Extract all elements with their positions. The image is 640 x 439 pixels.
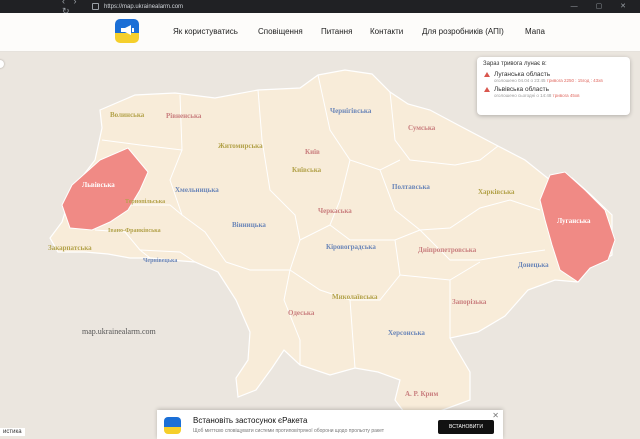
- label-poltava: Полтавська: [392, 183, 430, 191]
- alert-meta: оголошено 04.04 о 23:45 тривога 2250 : 1…: [494, 78, 603, 83]
- nav-link-questions[interactable]: Питання: [321, 27, 352, 36]
- nav-link-how-to-use[interactable]: Як користуватись: [173, 27, 238, 36]
- label-luhansk: Луганська: [557, 217, 591, 225]
- label-sumy: Сумська: [408, 124, 436, 132]
- label-chernivtsi: Чернівецька: [143, 258, 177, 264]
- label-cherkasy: Черкаська: [318, 207, 352, 215]
- label-zhytomyr: Житомирська: [218, 142, 263, 150]
- label-kharkiv: Харківська: [478, 188, 515, 196]
- alert-triangle-icon: [484, 72, 490, 77]
- address-url: https://map.ukrainealarm.com: [104, 3, 184, 10]
- site-header: Як користуватись Сповіщення Питання Конт…: [0, 13, 640, 52]
- label-vinnytsia: Вінницька: [232, 221, 266, 229]
- alert-region-name: Луганська область: [494, 71, 551, 78]
- app-install-banner: Встановіть застосунок єРакета Щоб миттєв…: [157, 410, 503, 439]
- nav-link-contacts[interactable]: Контакти: [370, 27, 403, 36]
- label-rivne: Рівненська: [166, 112, 202, 120]
- map-watermark: map.ukrainealarm.com: [82, 327, 156, 336]
- megaphone-icon: [121, 25, 134, 35]
- alert-item-lviv[interactable]: Львівська область оголошено сьогодні о 1…: [483, 86, 624, 98]
- banner-title: Встановіть застосунок єРакета: [193, 416, 308, 425]
- label-dnipro: Дніпропетровська: [418, 246, 477, 254]
- alert-triangle-icon: [484, 87, 490, 92]
- address-bar[interactable]: https://map.ukrainealarm.com: [92, 3, 183, 10]
- statistics-tab[interactable]: истика: [0, 428, 25, 436]
- label-kherson: Херсонська: [388, 329, 425, 337]
- alert-region-name: Львівська область: [494, 86, 550, 93]
- alerts-title: Зараз тривога лунає в:: [483, 61, 547, 67]
- label-ivano-frankivsk: Івано-Франківська: [108, 228, 161, 234]
- nav-link-notifications[interactable]: Сповіщення: [258, 27, 303, 36]
- label-zakarpattia: Закарпатська: [48, 244, 92, 252]
- active-alerts-panel: Зараз тривога лунає в: Луганська область…: [477, 57, 630, 115]
- label-ternopil: Тернопільська: [125, 199, 165, 205]
- label-crimea: А. Р. Крим: [405, 390, 438, 398]
- label-kirovohrad: Кіровоградська: [326, 243, 376, 251]
- alert-meta: оголошено сьогодні о 14:48 тривога 45хв: [494, 93, 580, 98]
- label-khmelnytskyi: Хмельницька: [175, 186, 219, 194]
- close-icon[interactable]: ✕: [492, 411, 499, 420]
- label-kyiv-city: Київ: [305, 148, 320, 156]
- nav-link-api[interactable]: Для розробників (АПІ): [422, 27, 504, 36]
- label-lviv: Львівська: [82, 181, 115, 189]
- install-button[interactable]: ВСТАНОВИТИ: [438, 420, 494, 434]
- nav-link-map[interactable]: Мапа: [525, 27, 545, 36]
- label-zaporizhzhia: Запорізька: [452, 298, 487, 306]
- label-odesa: Одеська: [288, 309, 315, 317]
- label-donetsk: Донецька: [518, 261, 549, 269]
- erocket-app-icon: [164, 417, 181, 434]
- label-mykolaiv: Миколаївська: [332, 293, 378, 301]
- label-chernihiv: Чернігівська: [330, 107, 372, 115]
- site-logo[interactable]: [115, 19, 139, 43]
- window-controls[interactable]: — ▢ ✕: [571, 2, 634, 10]
- lock-icon: [92, 3, 99, 10]
- label-volyn: Волинська: [110, 111, 145, 119]
- label-kyiv-oblast: Київська: [292, 166, 322, 174]
- alert-item-luhansk[interactable]: Луганська область оголошено 04.04 о 23:4…: [483, 71, 624, 83]
- banner-subtitle: Щоб миттєво сповіщувати системи протипов…: [193, 428, 385, 434]
- browser-toolbar: ‹ › ↻ https://map.ukrainealarm.com — ▢ ✕: [0, 0, 640, 16]
